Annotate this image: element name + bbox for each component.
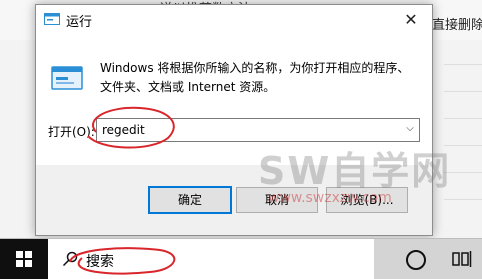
open-label: 打开(O):: [48, 125, 95, 139]
ok-button[interactable]: 确定: [148, 186, 232, 214]
cortana-icon[interactable]: [406, 250, 426, 270]
titlebar: 运行 ✕: [36, 5, 432, 35]
open-combobox[interactable]: ⌵: [96, 118, 420, 142]
run-large-icon: [51, 66, 83, 90]
windows-logo-icon: [16, 251, 32, 267]
search-icon: [62, 251, 78, 267]
background-right-text: 直接删除: [432, 18, 482, 33]
cancel-button[interactable]: 取消: [236, 187, 318, 213]
run-app-icon: [44, 13, 60, 25]
open-input[interactable]: [99, 121, 395, 139]
task-view-icon[interactable]: [452, 251, 472, 267]
taskbar-search-box[interactable]: 搜索: [48, 239, 374, 279]
start-button[interactable]: [0, 239, 48, 279]
close-button[interactable]: ✕: [396, 7, 426, 33]
search-placeholder: 搜索: [86, 254, 114, 270]
dialog-title: 运行: [66, 15, 93, 30]
dialog-description: Windows 将根据你所输入的名称，为你打开相应的程序、文件夹、文档或 Int…: [100, 61, 410, 94]
background-list: [444, 38, 482, 238]
browse-button[interactable]: 浏览(B)...: [326, 187, 408, 213]
taskbar: 搜索: [0, 238, 482, 279]
chevron-down-icon[interactable]: ⌵: [403, 122, 417, 136]
